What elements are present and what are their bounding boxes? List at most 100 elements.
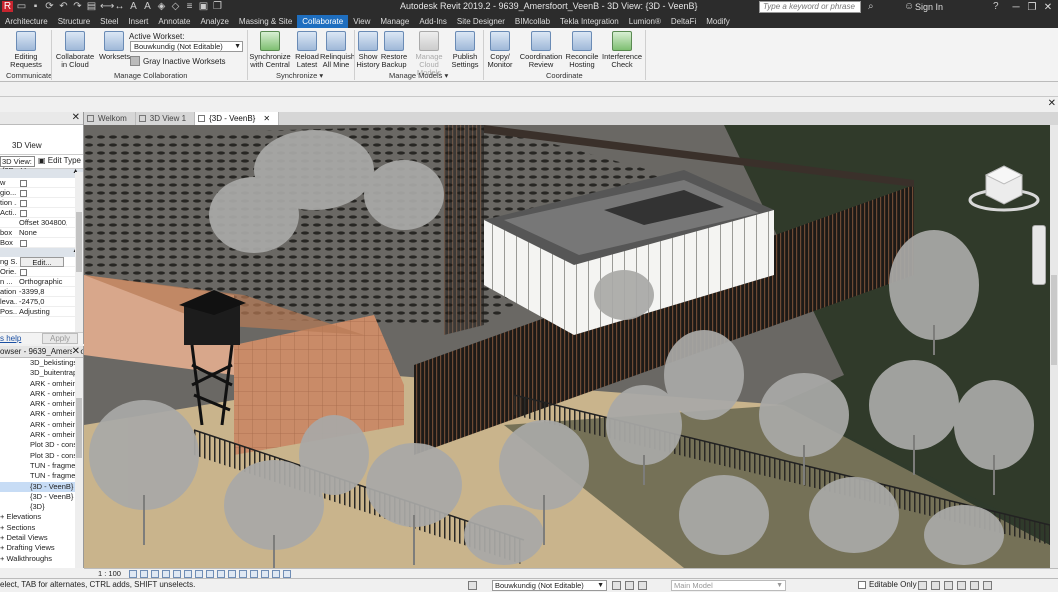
editable-only-checkbox[interactable] (858, 580, 866, 589)
properties-scrollbar[interactable] (75, 172, 83, 332)
maximize-icon[interactable]: ❐ (1024, 0, 1040, 15)
scroll-thumb[interactable] (76, 212, 82, 272)
browser-item[interactable]: 3D_bekistings (0, 358, 83, 368)
help-icon[interactable]: ? (993, 1, 999, 12)
browser-item[interactable]: 3D_buitentrap (0, 368, 83, 378)
active-workset-select[interactable]: Bouwkundig (Not Editable) ▼ (130, 41, 243, 52)
editing-requests-status-icon[interactable] (612, 581, 621, 590)
property-group-header[interactable]: ▲ (0, 247, 83, 257)
properties-help-link[interactable]: s help (0, 334, 21, 343)
view-cube[interactable] (964, 160, 1044, 220)
select-by-face-icon[interactable] (957, 581, 966, 590)
scroll-thumb[interactable] (76, 398, 82, 458)
copy-monitor-button[interactable]: Copy/ Monitor (485, 31, 515, 69)
sign-in-link[interactable]: Sign In (915, 2, 943, 12)
select-underlay-icon[interactable] (931, 581, 940, 590)
section-icon[interactable]: ◇ (170, 1, 181, 12)
property-row[interactable]: gio... (0, 188, 83, 198)
browser-item[interactable]: ARK - omheining (0, 399, 83, 409)
property-value[interactable]: Orthographic (19, 277, 67, 287)
viewport-scrollbar[interactable] (1050, 125, 1058, 568)
ribbon-tab-steel[interactable]: Steel (95, 15, 123, 28)
browser-item[interactable]: ARK - omheining (0, 430, 83, 440)
reconcile-hosting-button[interactable]: Reconcile Hosting (564, 31, 600, 69)
ribbon-tab-analyze[interactable]: Analyze (195, 15, 233, 28)
property-value[interactable]: Adjusting (19, 307, 67, 317)
gray-inactive-worksets-button[interactable]: Gray Inactive Worksets (130, 56, 226, 66)
show-crop-icon[interactable] (195, 570, 203, 578)
property-group-header[interactable]: ▲ (0, 168, 83, 178)
worksharing-display-icon[interactable] (239, 570, 247, 578)
status-workset-select[interactable]: Bouwkundig (Not Editable) ▼ (492, 580, 607, 591)
close-tab-icon[interactable]: ✕ (263, 114, 270, 123)
thin-lines-icon[interactable]: ≡ (184, 1, 195, 12)
analytical-model-icon[interactable] (261, 570, 269, 578)
coordination-review-button[interactable]: Coordination Review (519, 31, 563, 69)
sun-path-icon[interactable] (151, 570, 159, 578)
property-row[interactable]: Offset 304800,0 (0, 218, 83, 228)
type-selector[interactable]: 3D View (0, 125, 83, 155)
user-icon[interactable]: ☺ (904, 1, 914, 12)
property-row[interactable]: leva...-2475,0 (0, 297, 83, 307)
browser-item[interactable]: + Detail Views (0, 533, 83, 543)
browser-item[interactable]: + Walkthroughs (0, 554, 83, 564)
sync-icon[interactable]: ⟳ (44, 1, 55, 12)
revit-logo-icon[interactable]: R (2, 1, 13, 12)
ribbon-tab-annotate[interactable]: Annotate (153, 15, 195, 28)
print-icon[interactable]: ▤ (86, 1, 97, 12)
reveal-hidden-icon[interactable] (228, 570, 236, 578)
browser-item[interactable]: Plot 3D - constr (0, 440, 83, 450)
browser-item[interactable]: TUN - fragment (0, 461, 83, 471)
highlight-displacement-icon[interactable] (272, 570, 280, 578)
ribbon-tab-view[interactable]: View (348, 15, 375, 28)
property-value[interactable]: Offset 304800,0 (19, 218, 67, 228)
edit-type-button[interactable]: ▣ Edit Type (38, 155, 81, 167)
scroll-thumb[interactable] (1051, 275, 1057, 365)
apply-button[interactable]: Apply (42, 333, 78, 344)
property-row[interactable]: box None (0, 228, 83, 238)
filter-icon[interactable] (983, 581, 992, 590)
show-history-button[interactable]: Show History (356, 31, 380, 69)
measure-icon[interactable]: ⟷ (100, 1, 114, 12)
property-value[interactable]: -3399,8 (19, 287, 67, 297)
open-icon[interactable]: ▭ (16, 1, 27, 12)
property-row[interactable]: Box (0, 238, 83, 248)
browser-scrollbar[interactable] (75, 358, 83, 568)
detail-level-icon[interactable] (129, 570, 137, 578)
browser-item[interactable]: {3D - VeenB} Co (0, 492, 83, 502)
ribbon-tab-site-designer[interactable]: Site Designer (452, 15, 510, 28)
minimize-icon[interactable]: ─ (1008, 0, 1024, 15)
relinquish-button[interactable]: Relinquish All Mine (320, 31, 355, 69)
ribbon-tab-add-ins[interactable]: Add-Ins (414, 15, 452, 28)
property-value[interactable]: None (19, 228, 67, 238)
ribbon-tab-massing-site[interactable]: Massing & Site (234, 15, 297, 28)
editable-only-toggle[interactable]: Editable Only (858, 580, 917, 589)
design-options-icon[interactable] (625, 581, 634, 590)
switch-windows-icon[interactable]: ❐ (212, 1, 223, 12)
redo-icon[interactable]: ↷ (72, 1, 83, 12)
view-instance-select[interactable]: 3D View: {3D - Ve (0, 156, 35, 175)
synchronize-central-button[interactable]: Synchronize with Central (249, 31, 291, 69)
visual-style-icon[interactable] (140, 570, 148, 578)
close-icon[interactable]: ✕ (1040, 0, 1056, 15)
property-checkbox[interactable] (20, 180, 27, 187)
browser-item[interactable]: + Drafting Views (0, 543, 83, 553)
close-hidden-icon[interactable]: ▣ (198, 1, 209, 12)
search-icon[interactable]: ⌕ (868, 1, 874, 12)
ribbon-tab-deltafi[interactable]: DeltaFi (666, 15, 701, 28)
tag-icon[interactable]: A (128, 1, 139, 12)
browser-item[interactable]: TUN - fragment (0, 471, 83, 481)
property-checkbox[interactable] (20, 210, 27, 217)
crop-view-icon[interactable] (184, 570, 192, 578)
temporary-properties-icon[interactable] (250, 570, 258, 578)
drag-elements-icon[interactable] (970, 581, 979, 590)
browser-item[interactable]: Plot 3D - constr (0, 451, 83, 461)
dimension-icon[interactable]: ↔ (114, 1, 125, 12)
property-edit-button[interactable]: Edit... (20, 257, 64, 267)
worksets-status-icon[interactable] (468, 581, 477, 590)
select-links-icon[interactable] (918, 581, 927, 590)
worksets-button[interactable]: Worksets (99, 31, 130, 61)
ribbon-tab-lumion-[interactable]: Lumion® (624, 15, 666, 28)
ribbon-tab-collaborate[interactable]: Collaborate (297, 15, 349, 28)
property-row[interactable]: n ... Orthographic (0, 277, 83, 287)
